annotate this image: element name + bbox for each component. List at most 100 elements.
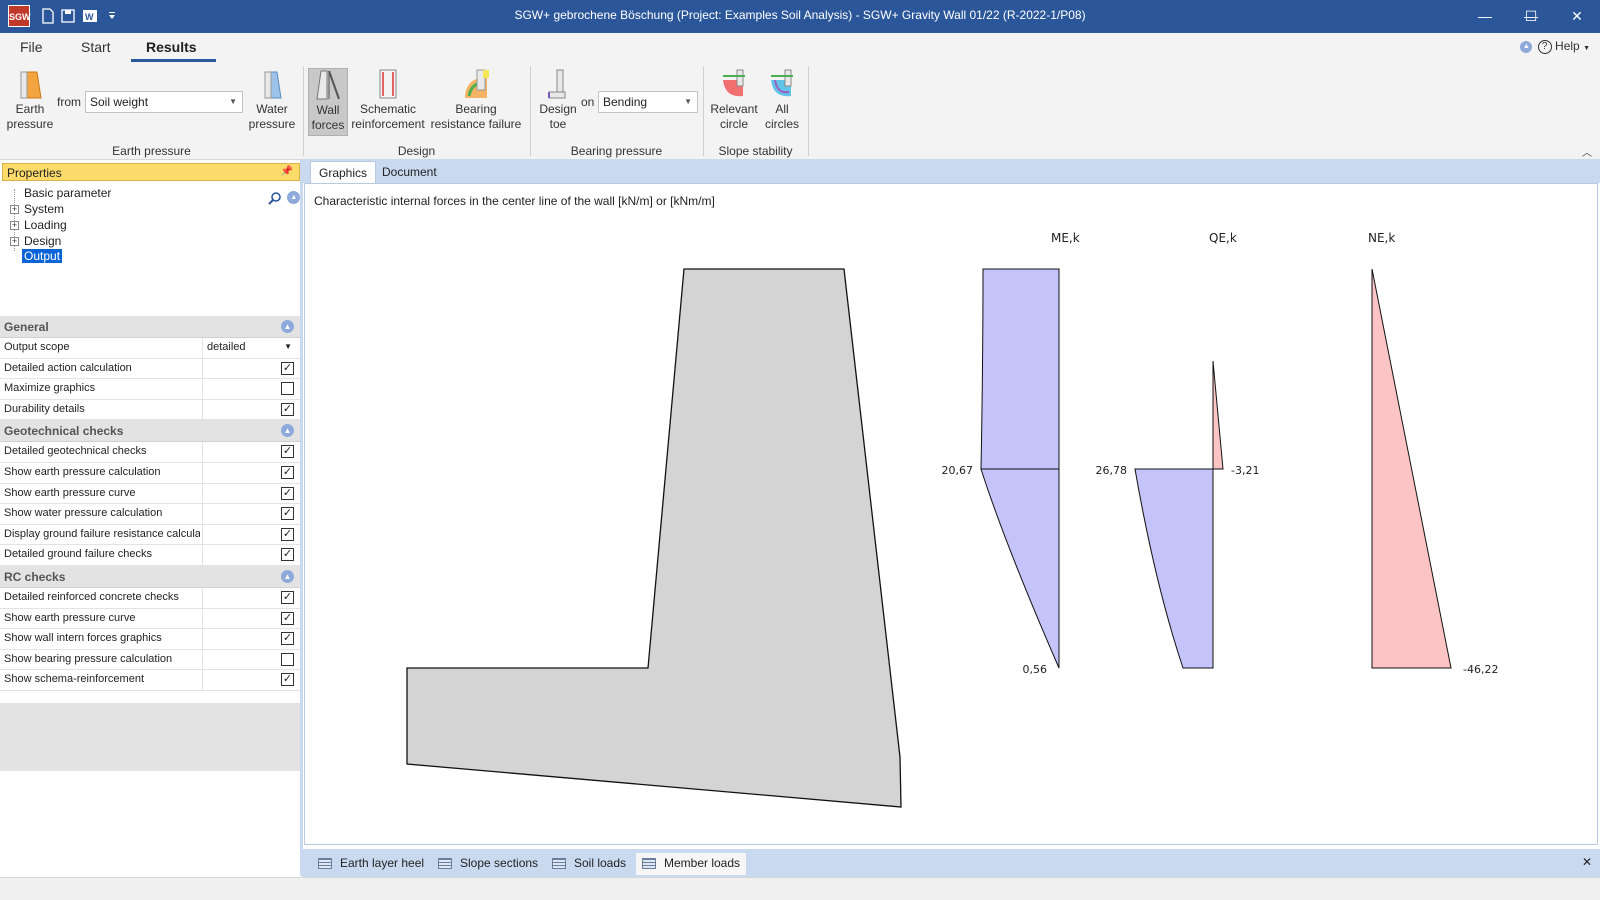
search-icon[interactable] <box>268 191 282 205</box>
earth-pressure-button[interactable]: Earth pressure <box>6 68 54 136</box>
tab-document[interactable]: Document <box>374 161 445 183</box>
help-label[interactable]: Help <box>1555 39 1580 53</box>
checkbox[interactable] <box>281 382 294 396</box>
collapse-section-icon[interactable]: ▲ <box>281 569 294 583</box>
pin-icon[interactable]: 📌 <box>281 166 293 177</box>
schematic-reinforcement-icon <box>379 69 397 99</box>
tree-item-output[interactable]: Output <box>22 249 63 263</box>
value-cell: ✓ <box>202 442 298 462</box>
property-label: Show water pressure calculation <box>4 507 163 520</box>
me-bottom-value: 0,56 <box>1023 663 1048 676</box>
checkbox[interactable]: ✓ <box>281 548 294 562</box>
on-label: on <box>581 95 595 109</box>
tree-item-design[interactable]: Design <box>24 234 61 248</box>
section-general[interactable]: General ▲ <box>0 316 300 338</box>
tree-item-basic-parameter[interactable]: Basic parameter <box>24 186 111 200</box>
checkbox[interactable]: ✓ <box>281 611 294 625</box>
design-mode-select[interactable]: Bending ▼ <box>598 91 698 113</box>
left-panel-blank <box>0 771 300 877</box>
title-bar: SGW W SGW+ gebrochene Böschung (Project:… <box>0 0 1600 33</box>
value-cell: ✓ <box>202 629 298 649</box>
value-cell: ✓ <box>202 462 298 483</box>
help-icon[interactable]: ? <box>1537 39 1552 54</box>
bottom-tab-member-loads[interactable]: Member loads <box>636 853 747 875</box>
value-cell: ✓ <box>202 504 298 524</box>
relevant-circle-button[interactable]: Relevant circle <box>708 68 760 136</box>
design-toe-button[interactable]: Design toe <box>536 68 580 136</box>
expand-icon[interactable]: + <box>10 237 19 246</box>
checkbox[interactable]: ✓ <box>281 402 294 416</box>
wall-forces-button[interactable]: Wall forces <box>308 68 348 136</box>
collapse-section-icon[interactable]: ▲ <box>281 320 294 333</box>
value-cell: ✓ <box>202 545 298 565</box>
qe-title: QE,k <box>1209 231 1237 245</box>
chevron-down-icon: ▼ <box>229 97 237 106</box>
tab-results[interactable]: Results <box>146 39 197 55</box>
checkbox[interactable]: ✓ <box>281 632 294 646</box>
maximize-button[interactable]: ☐ <box>1508 0 1554 33</box>
group-separator <box>530 66 531 156</box>
property-row: Detailed geotechnical checks ✓ <box>0 442 300 463</box>
checkbox[interactable]: ✓ <box>281 673 294 687</box>
checkbox[interactable]: ✓ <box>281 445 294 459</box>
earth-pressure-label-1: Earth <box>15 102 45 116</box>
expand-icon[interactable]: + <box>10 221 19 230</box>
collapse-section-icon[interactable]: ▲ <box>281 424 294 438</box>
earth-pressure-icon <box>20 71 42 99</box>
checkbox[interactable]: ✓ <box>281 361 294 375</box>
bottom-tab-label: Earth layer heel <box>340 856 425 870</box>
checkbox[interactable]: ✓ <box>281 507 294 521</box>
collapse-all-icon[interactable]: ▲ <box>287 191 301 205</box>
bottom-tab-earth-layer-heel[interactable]: Earth layer heel <box>312 853 430 875</box>
schematic-reinforcement-button[interactable]: Schematic reinforcement <box>348 68 428 136</box>
property-label: Show bearing pressure calculation <box>4 652 173 665</box>
schematic-reinforcement-label-2: reinforcement <box>351 117 425 131</box>
relevant-circle-icon <box>723 69 745 97</box>
ribbon: Earth pressure from Soil weight ▼ Water … <box>0 62 1600 160</box>
minimize-button[interactable]: — <box>1462 0 1508 33</box>
panel-splitter[interactable] <box>300 159 303 876</box>
close-button[interactable]: ✕ <box>1554 0 1600 33</box>
ribbon-collapse-icon[interactable]: ︿ <box>1582 144 1592 159</box>
section-geotechnical-checks[interactable]: Geotechnical checks ▲ <box>0 420 300 443</box>
window-title: SGW+ gebrochene Böschung (Project: Examp… <box>514 8 1086 22</box>
property-row: Detailed ground failure checks ✓ <box>0 545 300 566</box>
checkbox[interactable]: ✓ <box>281 465 294 479</box>
bearing-resistance-failure-button[interactable]: Bearing resistance failure <box>428 68 524 136</box>
water-pressure-button[interactable]: Water pressure <box>246 68 298 136</box>
properties-tree: Basic parameter + System + Loading + Des… <box>2 183 300 313</box>
value-cell: ✓ <box>202 483 298 504</box>
checkbox[interactable] <box>281 652 294 666</box>
checkbox[interactable]: ✓ <box>281 527 294 541</box>
checkbox[interactable]: ✓ <box>281 590 294 604</box>
help-dropdown-icon[interactable]: ▼ <box>1583 45 1590 52</box>
bottom-tab-slope-sections[interactable]: Slope sections <box>432 853 544 875</box>
earth-pressure-source-select[interactable]: Soil weight ▼ <box>85 91 243 113</box>
bottom-tab-soil-loads[interactable]: Soil loads <box>546 853 632 875</box>
checkbox[interactable]: ✓ <box>281 486 294 500</box>
bearing-failure-label-2: resistance failure <box>430 117 522 131</box>
property-row: Detailed reinforced concrete checks ✓ <box>0 587 300 609</box>
expand-icon[interactable]: + <box>10 205 19 214</box>
tab-file[interactable]: File <box>20 39 43 55</box>
tab-graphics[interactable]: Graphics <box>310 161 377 183</box>
group-label-design: Design <box>397 144 436 158</box>
help-area[interactable]: ▲ ? Help ▼ <box>1520 39 1590 54</box>
properties-header: Properties 📌 <box>2 163 300 181</box>
wall-forces-label-2: forces <box>311 118 345 132</box>
close-bottom-panel-icon[interactable]: ✕ <box>1582 855 1592 869</box>
schematic-reinforcement-label-1: Schematic <box>359 102 417 116</box>
tab-start[interactable]: Start <box>81 39 111 55</box>
ne-diagram <box>1371 268 1452 669</box>
property-grid-empty-area <box>0 703 300 771</box>
section-rc-checks[interactable]: RC checks ▲ <box>0 565 300 588</box>
qe-left-value: 26,78 <box>1096 464 1128 477</box>
tree-item-system[interactable]: System <box>24 202 64 216</box>
property-row: Show schema-reinforcement ✓ <box>0 670 300 691</box>
collapse-ribbon-icon[interactable]: ▲ <box>1520 40 1533 53</box>
output-scope-select[interactable]: detailed ▼ <box>202 338 298 358</box>
tree-item-loading[interactable]: Loading <box>24 218 67 232</box>
all-circles-button[interactable]: All circles <box>762 68 802 136</box>
wall-forces-icon <box>316 70 340 100</box>
qe-right-value: -3,21 <box>1231 464 1259 477</box>
